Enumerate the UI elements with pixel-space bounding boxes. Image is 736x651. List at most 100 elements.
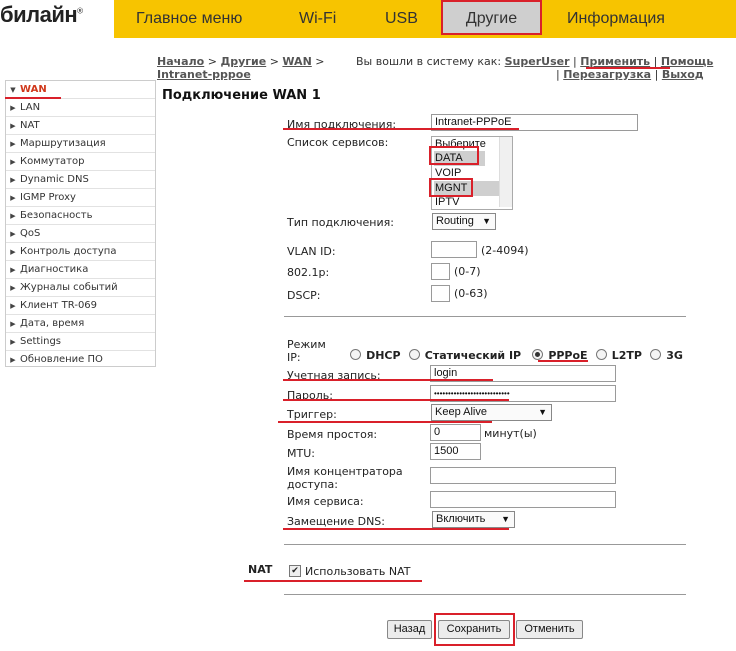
nav-wifi[interactable]: Wi-Fi (299, 0, 336, 38)
radio-dhcp[interactable] (350, 349, 361, 360)
reboot-link[interactable]: Перезагрузка (563, 68, 651, 81)
chevron-right-icon: ▶ (10, 338, 16, 346)
check-icon: ✔ (291, 566, 299, 576)
nav-info[interactable]: Информация (567, 0, 665, 38)
divider (284, 544, 686, 545)
chevron-right-icon: ▶ (10, 284, 16, 292)
trigger-highlight (278, 421, 492, 423)
chevron-right-icon: ▶ (10, 176, 16, 184)
conn-type-label: Тип подключения: (287, 216, 394, 229)
chevron-right-icon: ▶ (10, 140, 16, 148)
chevron-right-icon: ▶ (10, 104, 16, 112)
sidebar-item-logs[interactable]: ▶ Журналы событий (6, 279, 155, 297)
conn-type-select[interactable]: Routing ▼ (432, 213, 496, 230)
nav-main-menu[interactable]: Главное меню (136, 0, 242, 38)
breadcrumb-other[interactable]: Другие (220, 55, 266, 68)
radio-3g[interactable] (650, 349, 662, 360)
service-name-input[interactable] (430, 491, 616, 508)
trigger-select[interactable]: Keep Alive ▼ (431, 404, 552, 421)
vlan-label: VLAN ID: (287, 245, 336, 258)
ip-mode-label-2: IP: (287, 351, 301, 364)
cancel-button[interactable]: Отменить (516, 620, 583, 639)
wan-highlight (5, 97, 61, 99)
p8021-label: 802.1p: (287, 266, 330, 279)
trigger-label: Триггер: (287, 408, 337, 421)
concentrator-input[interactable] (430, 467, 616, 484)
nat-highlight (244, 580, 422, 582)
nat-checkbox[interactable]: ✔ (289, 565, 301, 577)
sidebar-item-lan[interactable]: ▶ LAN (6, 99, 155, 117)
nav-usb[interactable]: USB (385, 0, 418, 38)
logout-link[interactable]: Выход (662, 68, 704, 81)
nav-other[interactable]: Другие (441, 0, 542, 35)
sidebar-item-access-control[interactable]: ▶ Контроль доступа (6, 243, 155, 261)
sidebar-menu: ▼ WAN ▶ LAN ▶ NAT ▶ Маршрутизация ▶ Коммутато… (5, 80, 156, 367)
sidebar-item-security[interactable]: ▶ Безопасность (6, 207, 155, 225)
sidebar-item-igmp[interactable]: ▶ IGMP Proxy (6, 189, 155, 207)
apply-highlight (586, 67, 670, 69)
dns-highlight (283, 528, 509, 530)
dns-select[interactable]: Включить ▼ (432, 511, 515, 528)
idle-input[interactable]: 0 (430, 424, 481, 441)
save-highlight (434, 613, 515, 646)
sidebar-item-datetime[interactable]: ▶ Дата, время (6, 315, 155, 333)
chevron-right-icon: ▶ (10, 266, 16, 274)
chevron-right-icon: ▶ (10, 320, 16, 328)
radio-l2tp[interactable] (595, 349, 607, 360)
dscp-input[interactable] (431, 285, 450, 302)
account-highlight (283, 379, 493, 381)
idle-unit: минут(ы) (484, 427, 537, 440)
breadcrumb-wan[interactable]: WAN (282, 55, 311, 68)
dns-label: Замещение DNS: (287, 515, 385, 528)
breadcrumb-home[interactable]: Начало (157, 55, 204, 68)
chevron-right-icon: ▶ (10, 230, 16, 238)
dropdown-arrow-icon: ▼ (538, 407, 547, 417)
mgnt-highlight (429, 178, 473, 197)
p8021-input[interactable] (431, 263, 450, 280)
concentrator-label-2: доступа: (287, 478, 338, 491)
listbox-scrollbar[interactable] (499, 137, 512, 207)
vlan-input[interactable] (431, 241, 477, 258)
page-title: Подключение WAN 1 (162, 88, 321, 103)
divider (284, 316, 686, 317)
ip-mode-group: DHCP Статический IP PPPoE L2TP 3G (350, 344, 683, 363)
services-label: Список сервисов: (287, 136, 389, 149)
sidebar-item-tr069[interactable]: ▶ Клиент TR-069 (6, 297, 155, 315)
chevron-right-icon: ▶ (10, 248, 16, 256)
divider (284, 594, 686, 595)
beeline-logo: билайн® (0, 2, 83, 27)
sidebar-item-diagnostics[interactable]: ▶ Диагностика (6, 261, 155, 279)
service-option-iptv[interactable]: IPTV (434, 195, 459, 210)
chevron-right-icon: ▶ (10, 302, 16, 310)
breadcrumb-current[interactable]: Intranet-pppoe (157, 68, 251, 81)
sidebar-item-routing[interactable]: ▶ Маршрутизация (6, 135, 155, 153)
dscp-hint: (0-63) (454, 287, 488, 300)
back-button[interactable]: Назад (387, 620, 432, 639)
data-highlight (429, 146, 479, 165)
sidebar-item-nat[interactable]: ▶ NAT (6, 117, 155, 135)
concentrator-label: Имя концентратора (287, 465, 403, 478)
idle-label: Время простоя: (287, 428, 378, 441)
nat-use-label: Использовать NAT (305, 565, 411, 578)
conn-name-highlight (283, 128, 519, 130)
ip-mode-label: Режим (287, 338, 326, 351)
chevron-right-icon: ▶ (10, 122, 16, 130)
sidebar-item-firmware[interactable]: ▶ Обновление ПО (6, 351, 155, 368)
mtu-input[interactable]: 1500 (430, 443, 481, 460)
sidebar-item-switch[interactable]: ▶ Коммутатор (6, 153, 155, 171)
radio-static-ip[interactable] (408, 349, 420, 360)
radio-pppoe[interactable] (532, 349, 544, 360)
chevron-right-icon: ▶ (10, 356, 16, 364)
user-link[interactable]: SuperUser (505, 55, 570, 68)
sidebar-item-ddns[interactable]: ▶ Dynamic DNS (6, 171, 155, 189)
logged-in-text: Вы вошли в систему как: (356, 55, 502, 68)
mtu-label: MTU: (287, 447, 315, 460)
sidebar-item-settings[interactable]: ▶ Settings (6, 333, 155, 351)
pppoe-highlight (538, 360, 588, 362)
nat-section-label: NAT (248, 563, 273, 576)
service-name-label: Имя сервиса: (287, 495, 364, 508)
dropdown-arrow-icon: ▼ (501, 514, 510, 524)
chevron-right-icon: ▶ (10, 158, 16, 166)
chevron-right-icon: ▶ (10, 194, 16, 202)
sidebar-item-qos[interactable]: ▶ QoS (6, 225, 155, 243)
